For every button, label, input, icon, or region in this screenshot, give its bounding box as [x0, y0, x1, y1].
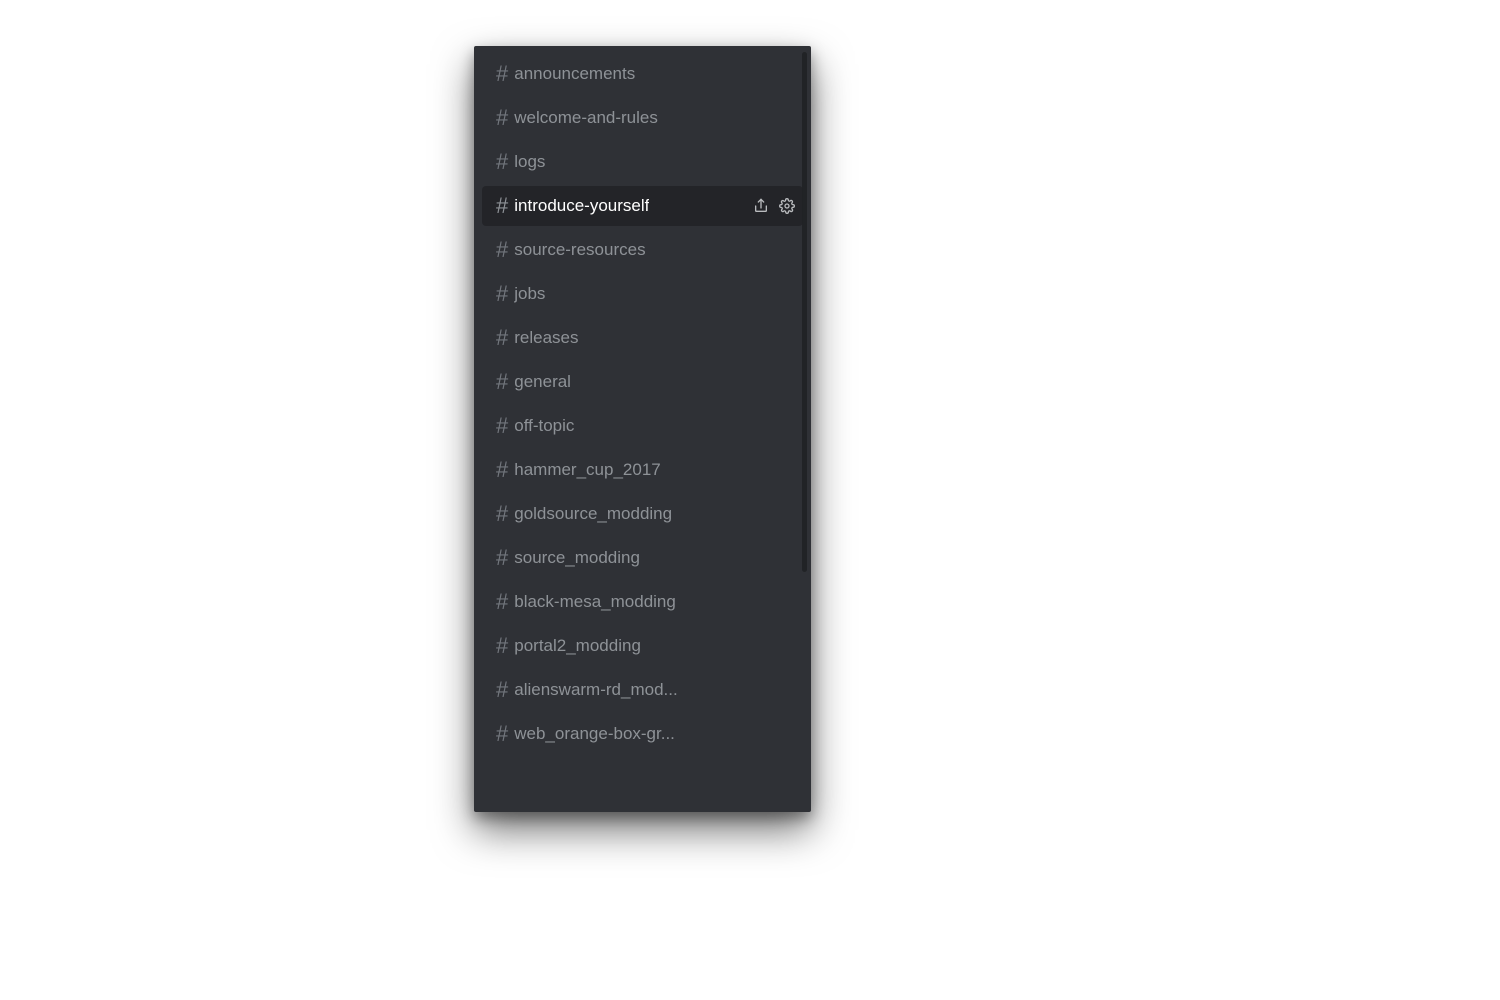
scrollbar-thumb[interactable] [802, 52, 807, 572]
channel-item[interactable]: # off-topic [482, 406, 803, 446]
channel-name: source_modding [514, 548, 640, 568]
channel-item[interactable]: # welcome-and-rules [482, 98, 803, 138]
channel-name: releases [514, 328, 578, 348]
hash-icon: # [496, 503, 508, 525]
channel-name: source-resources [514, 240, 645, 260]
create-invite-icon[interactable] [753, 198, 769, 214]
channel-name: jobs [514, 284, 545, 304]
channel-name: goldsource_modding [514, 504, 672, 524]
hash-icon: # [496, 635, 508, 657]
channel-name: alienswarm-rd_mod... [514, 680, 677, 700]
channel-name: black-mesa_modding [514, 592, 676, 612]
channel-name: announcements [514, 64, 635, 84]
channel-item[interactable]: # source_modding [482, 538, 803, 578]
channel-name: logs [514, 152, 545, 172]
channel-actions [745, 198, 795, 214]
hash-icon: # [496, 723, 508, 745]
hash-icon: # [496, 415, 508, 437]
channel-item[interactable]: # releases [482, 318, 803, 358]
channel-name: web_orange-box-gr... [514, 724, 675, 744]
channel-item[interactable]: # logs [482, 142, 803, 182]
channel-item[interactable]: # web_orange-box-gr... [482, 714, 803, 754]
channel-name: hammer_cup_2017 [514, 460, 660, 480]
hash-icon: # [496, 371, 508, 393]
channel-name: introduce-yourself [514, 196, 649, 216]
gear-icon[interactable] [779, 198, 795, 214]
hash-icon: # [496, 591, 508, 613]
channel-item[interactable]: # hammer_cup_2017 [482, 450, 803, 490]
hash-icon: # [496, 107, 508, 129]
hash-icon: # [496, 679, 508, 701]
channel-list[interactable]: # announcements # welcome-and-rules [474, 46, 811, 812]
channel-item[interactable]: # portal2_modding [482, 626, 803, 666]
channel-item[interactable]: # black-mesa_modding [482, 582, 803, 622]
hash-icon: # [496, 239, 508, 261]
channel-name: general [514, 372, 571, 392]
hash-icon: # [496, 459, 508, 481]
hash-icon: # [496, 63, 508, 85]
channel-item[interactable]: # introduce-yourself [482, 186, 803, 226]
channel-item[interactable]: # source-resources [482, 230, 803, 270]
hash-icon: # [496, 547, 508, 569]
channel-item[interactable]: # general [482, 362, 803, 402]
hash-icon: # [496, 327, 508, 349]
channel-name: portal2_modding [514, 636, 641, 656]
channel-item[interactable]: # jobs [482, 274, 803, 314]
hash-icon: # [496, 151, 508, 173]
channel-item[interactable]: # alienswarm-rd_mod... [482, 670, 803, 710]
hash-icon: # [496, 195, 508, 217]
channel-name: off-topic [514, 416, 574, 436]
channel-item[interactable]: # goldsource_modding [482, 494, 803, 534]
channel-item[interactable]: # announcements [482, 54, 803, 94]
channel-sidebar: # announcements # welcome-and-rules [474, 46, 811, 812]
hash-icon: # [496, 283, 508, 305]
channel-name: welcome-and-rules [514, 108, 658, 128]
